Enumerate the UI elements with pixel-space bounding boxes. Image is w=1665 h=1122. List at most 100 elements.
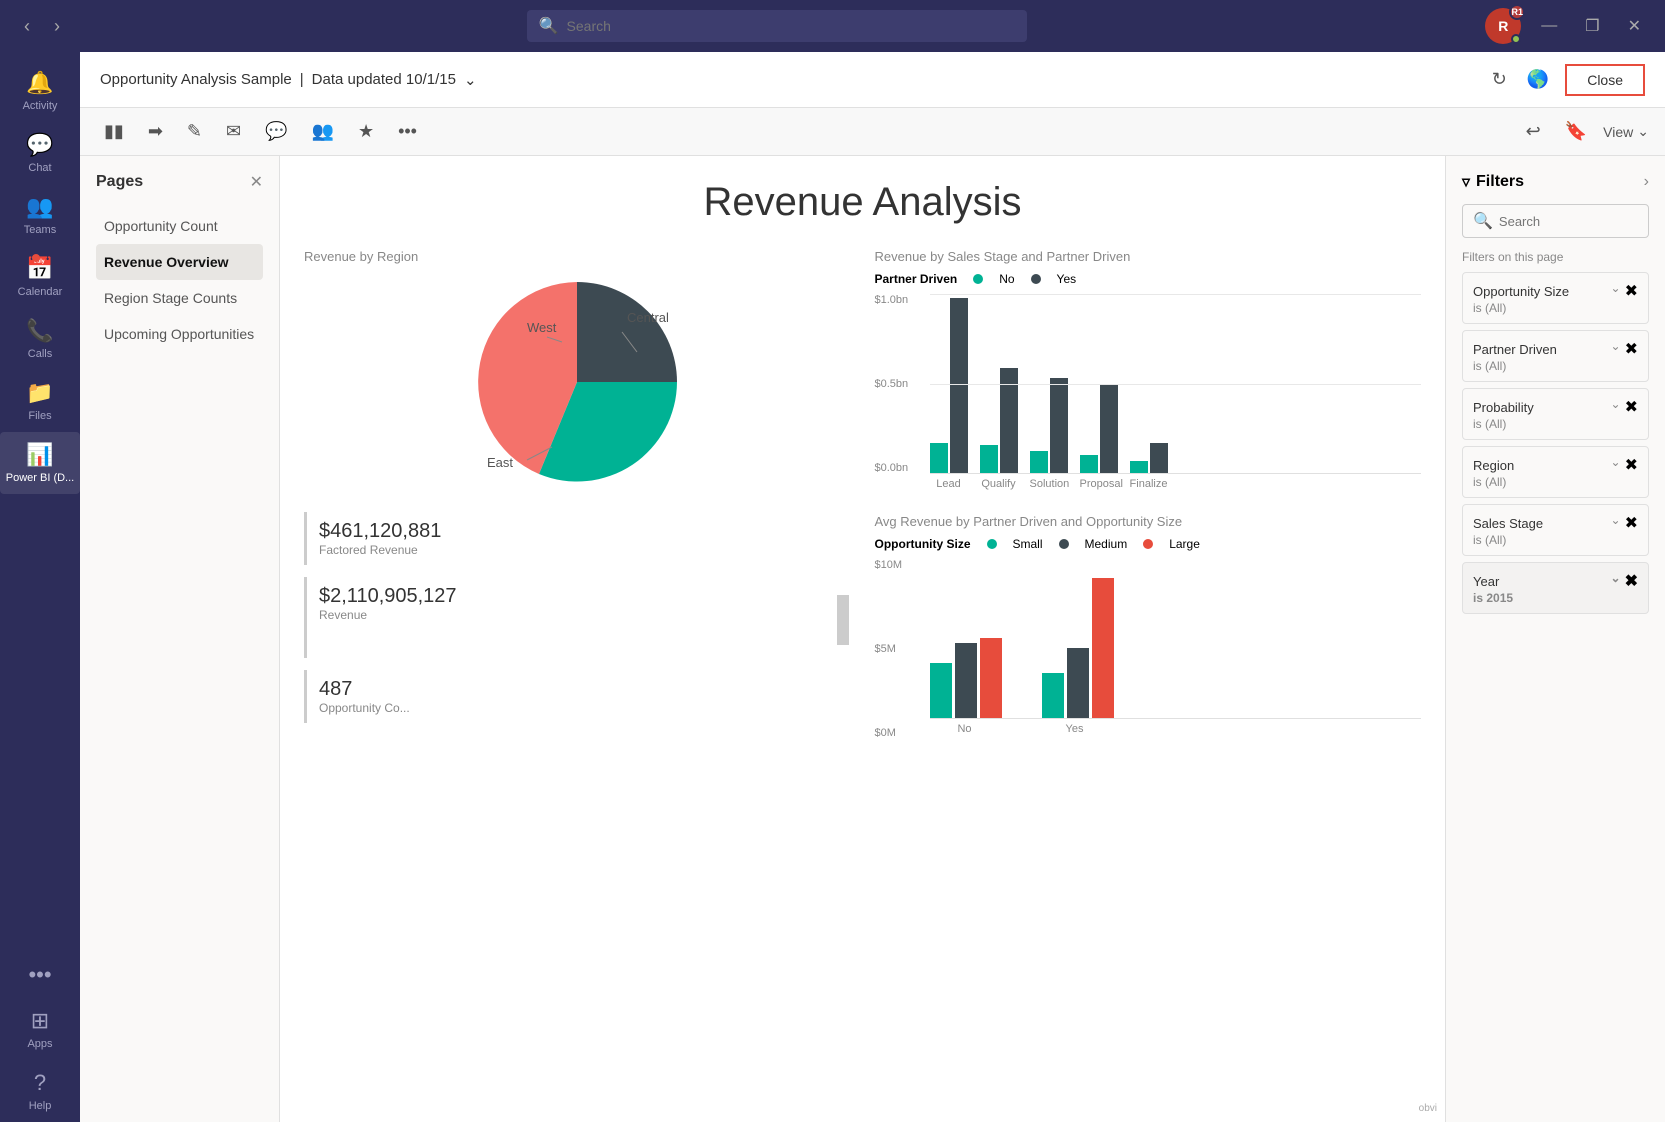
- kpi-opp-value: 487: [319, 678, 410, 701]
- sidebar-item-files[interactable]: 📁 Files: [0, 370, 80, 432]
- filter-actions-probability: ⌄ ✖: [1611, 397, 1638, 417]
- filter-chevron-opp-size[interactable]: ⌄: [1611, 281, 1621, 301]
- x-label-proposal: Proposal: [1080, 478, 1118, 490]
- table-icon-button[interactable]: ▮▮: [96, 115, 132, 148]
- pages-close-button[interactable]: ✕: [250, 172, 263, 192]
- sidebar-item-powerbi[interactable]: 📊 Power BI (D...: [0, 432, 80, 494]
- filter-item-partner-driven[interactable]: Partner Driven ⌄ ✖ is (All): [1462, 330, 1649, 382]
- sidebar-item-apps[interactable]: ⊞ Apps: [0, 998, 80, 1060]
- filter-clear-year[interactable]: ✖: [1625, 571, 1638, 591]
- filter-item-probability[interactable]: Probability ⌄ ✖ is (All): [1462, 388, 1649, 440]
- y-label-0bn: $0.0bn: [875, 462, 909, 474]
- sidebar-item-teams[interactable]: 👥 Teams: [0, 184, 80, 246]
- teams-share-button[interactable]: 👥: [304, 115, 342, 148]
- bar-solution-no: [1030, 451, 1048, 473]
- close-button[interactable]: Close: [1565, 64, 1645, 96]
- filter-clear-opp-size[interactable]: ✖: [1625, 281, 1638, 301]
- toolbar: ▮▮ ➡ ✎ ✉ 💬 👥 ★ ••• ↩ 🔖 View ⌄: [80, 108, 1665, 156]
- avg-revenue-chart: Avg Revenue by Partner Driven and Opport…: [875, 514, 1422, 735]
- bar-group-solution: [1030, 378, 1068, 473]
- sidebar-item-calls[interactable]: 📞 Calls: [0, 308, 80, 370]
- sidebar-item-calendar[interactable]: 📅 Calendar: [0, 246, 80, 308]
- revenue-mini-bar: [835, 585, 851, 645]
- filters-expand-button[interactable]: ›: [1644, 173, 1649, 191]
- search-input[interactable]: [567, 18, 1015, 34]
- filter-chevron-year[interactable]: ⌄: [1611, 571, 1621, 591]
- activity-icon: 🔔: [26, 70, 53, 96]
- filter-item-region[interactable]: Region ⌄ ✖ is (All): [1462, 446, 1649, 498]
- filter-item-sales-stage[interactable]: Sales Stage ⌄ ✖ is (All): [1462, 504, 1649, 556]
- sidebar-item-help[interactable]: ? Help: [0, 1060, 80, 1122]
- sidebar-label-teams: Teams: [24, 224, 56, 236]
- data-updated-text: Data updated 10/1/15: [312, 71, 456, 88]
- pages-title: Pages: [96, 173, 143, 191]
- legend-small-dot: [987, 539, 997, 549]
- mail-button[interactable]: ✉: [218, 115, 249, 148]
- sidebar-label-calendar: Calendar: [18, 286, 63, 298]
- app-header: Opportunity Analysis Sample | Data updat…: [80, 52, 1665, 108]
- filter-name-probability: Probability: [1473, 400, 1534, 415]
- maximize-button[interactable]: ❐: [1577, 12, 1607, 40]
- edit-button[interactable]: ✎: [179, 115, 210, 148]
- sidebar-item-more[interactable]: •••: [0, 952, 80, 998]
- sidebar-label-activity: Activity: [23, 100, 58, 112]
- x-label-qualify: Qualify: [980, 478, 1018, 490]
- chat-button[interactable]: 💬: [257, 115, 295, 148]
- x-label-lead: Lead: [930, 478, 968, 490]
- filters-title-text: Filters: [1476, 173, 1524, 191]
- filter-clear-region[interactable]: ✖: [1625, 455, 1638, 475]
- filter-name-year: Year: [1473, 574, 1499, 589]
- globe-button[interactable]: 🌎: [1523, 65, 1553, 94]
- filter-clear-partner[interactable]: ✖: [1625, 339, 1638, 359]
- filter-search[interactable]: 🔍: [1462, 204, 1649, 238]
- filter-clear-sales-stage[interactable]: ✖: [1625, 513, 1638, 533]
- chevron-down-icon[interactable]: ⌄: [464, 71, 477, 89]
- bar-qualify-no: [980, 445, 998, 473]
- sidebar-item-activity[interactable]: 🔔 Activity: [0, 60, 80, 122]
- back-button[interactable]: ‹: [16, 12, 38, 41]
- filter-item-opportunity-size[interactable]: Opportunity Size ⌄ ✖ is (All): [1462, 272, 1649, 324]
- filter-search-input[interactable]: [1499, 214, 1638, 229]
- sidebar-item-chat[interactable]: 💬 Chat: [0, 122, 80, 184]
- kpi-section: $461,120,881 Factored Revenue $2,110,905…: [304, 512, 851, 723]
- filter-chevron-probability[interactable]: ⌄: [1611, 397, 1621, 417]
- right-column: Revenue by Sales Stage and Partner Drive…: [875, 249, 1422, 735]
- bar-proposal-no: [1080, 455, 1098, 473]
- avg-x-no: No: [930, 723, 1000, 735]
- filter-value-region: is (All): [1473, 475, 1638, 489]
- toolbar-right: ↩ 🔖 View ⌄: [1518, 115, 1649, 148]
- kpi-revenue-label: Revenue: [319, 608, 457, 622]
- filter-clear-probability[interactable]: ✖: [1625, 397, 1638, 417]
- filter-item-year[interactable]: Year ⌄ ✖ is 2015: [1462, 562, 1649, 614]
- kpi-opp-content: 487 Opportunity Co...: [319, 678, 410, 715]
- legend-large-dot: [1143, 539, 1153, 549]
- arrow-button[interactable]: ➡: [140, 115, 171, 148]
- filter-chevron-region[interactable]: ⌄: [1611, 455, 1621, 475]
- undo-button[interactable]: ↩: [1518, 115, 1549, 148]
- filter-chevron-partner[interactable]: ⌄: [1611, 339, 1621, 359]
- pages-header: Pages ✕: [96, 172, 263, 192]
- bar-group-finalize: [1130, 443, 1168, 473]
- filter-chevron-sales-stage[interactable]: ⌄: [1611, 513, 1621, 533]
- page-item-upcoming-opportunities[interactable]: Upcoming Opportunities: [96, 316, 263, 352]
- bookmark-button[interactable]: 🔖: [1557, 115, 1595, 148]
- window-close-button[interactable]: ✕: [1620, 12, 1649, 40]
- view-button[interactable]: View ⌄: [1603, 123, 1649, 140]
- online-indicator: [1511, 34, 1521, 44]
- refresh-button[interactable]: ↻: [1488, 65, 1511, 94]
- avatar[interactable]: R R1: [1485, 8, 1521, 44]
- kpi-revenue-content: $2,110,905,127 Revenue: [319, 585, 457, 650]
- more-button[interactable]: •••: [390, 115, 425, 148]
- forward-button[interactable]: ›: [46, 12, 68, 41]
- page-item-region-stage-counts[interactable]: Region Stage Counts: [96, 280, 263, 316]
- east-label: East: [487, 455, 513, 470]
- filter-value-probability: is (All): [1473, 417, 1638, 431]
- page-item-opportunity-count[interactable]: Opportunity Count: [96, 208, 263, 244]
- filter-funnel-icon: ▿: [1462, 172, 1470, 192]
- minimize-button[interactable]: —: [1533, 13, 1565, 39]
- star-button[interactable]: ★: [350, 115, 382, 148]
- page-item-revenue-overview[interactable]: Revenue Overview: [96, 244, 263, 280]
- bar-finalize-yes: [1150, 443, 1168, 473]
- filter-search-icon: 🔍: [1473, 211, 1493, 231]
- global-search[interactable]: 🔍: [527, 10, 1027, 42]
